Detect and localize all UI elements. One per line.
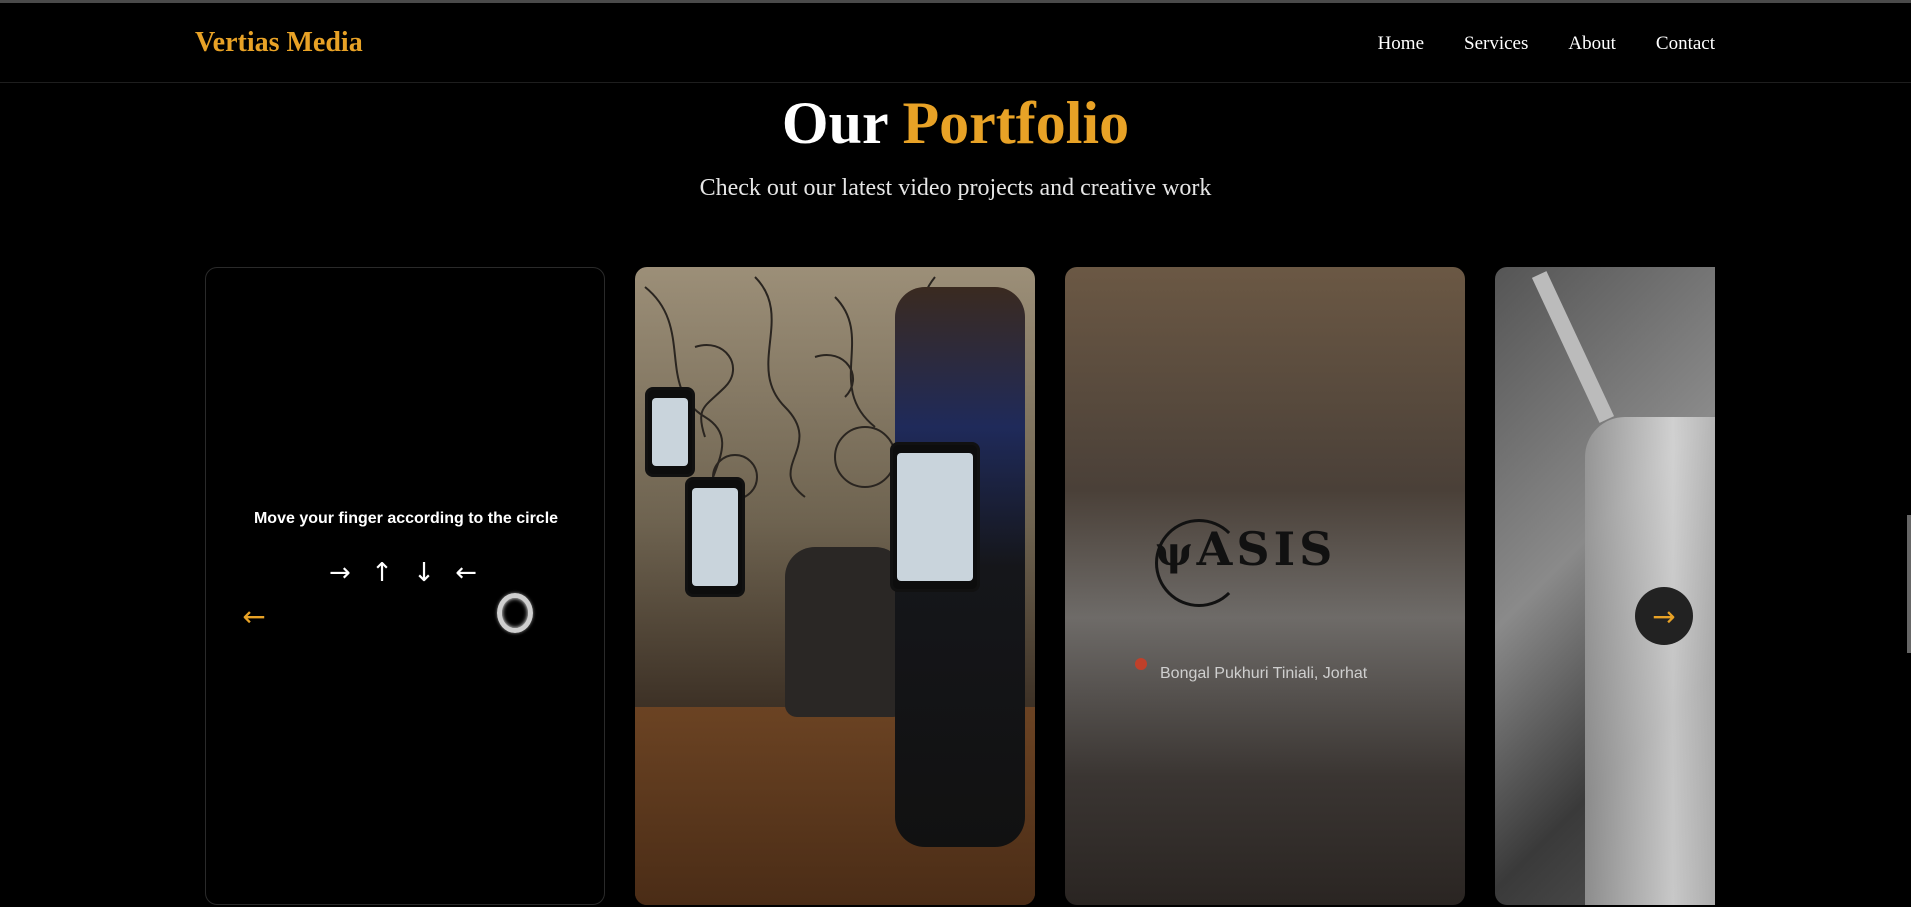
phone-right (890, 442, 980, 592)
gesture-arrows: → ↑ ↓ ← (329, 558, 483, 588)
glass (1585, 417, 1715, 905)
title-part-1: Our (781, 90, 888, 156)
gesture-circle-icon[interactable] (497, 593, 533, 633)
portfolio-card-oasis[interactable]: ψASIS Bongal Pukhuri Tiniali, Jorhat (1065, 267, 1465, 905)
gesture-hint: Move your finger according to the circle (253, 510, 559, 527)
page-subtitle: Check out our latest video projects and … (699, 175, 1212, 201)
arrow-right-icon: → (1652, 599, 1676, 633)
portfolio-card-gesture[interactable]: Move your finger according to the circle… (205, 267, 605, 905)
nav-about[interactable]: About (1568, 33, 1616, 55)
location-pin-icon (1135, 658, 1147, 670)
chair (785, 547, 905, 717)
carousel-next-button[interactable]: → (1635, 587, 1693, 645)
main-nav: Home Services About Contact (1378, 33, 1715, 55)
site-header: Vertias Media Home Services About Contac… (0, 3, 1911, 83)
nav-contact[interactable]: Contact (1656, 33, 1715, 55)
fork-icon: ψ (1155, 528, 1197, 575)
oasis-logo: ψASIS (1155, 522, 1337, 576)
phone-left-top (645, 387, 695, 477)
straw (1531, 271, 1615, 423)
phone-center (685, 477, 745, 597)
oasis-location: Bongal Pukhuri Tiniali, Jorhat (1160, 665, 1368, 682)
carousel-prev-button[interactable]: ← (225, 587, 283, 645)
portfolio-card-video-phones[interactable] (635, 267, 1035, 905)
title-part-2: Portfolio (902, 90, 1130, 156)
page-title: Our Portfolio (0, 88, 1911, 158)
arrow-left-icon: ← (242, 599, 266, 633)
brand-logo[interactable]: Vertias Media (195, 27, 363, 59)
nav-home[interactable]: Home (1378, 33, 1424, 55)
nav-services[interactable]: Services (1464, 33, 1528, 55)
side-scroll-handle[interactable] (1907, 515, 1911, 653)
portfolio-card-drink[interactable] (1495, 267, 1715, 905)
portfolio-carousel: Move your finger according to the circle… (205, 267, 1715, 907)
